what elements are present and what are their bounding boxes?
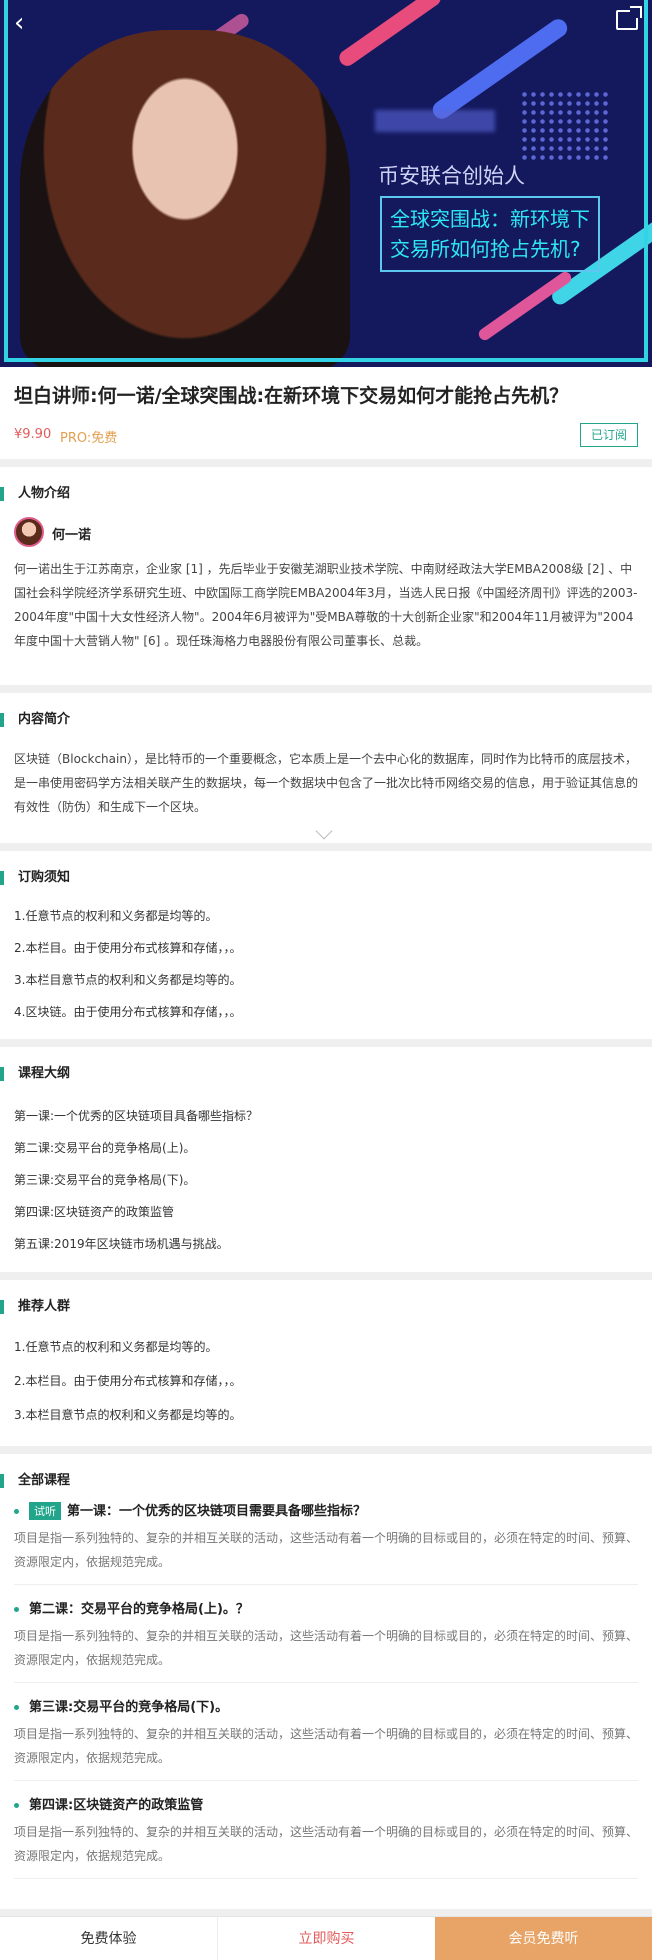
lesson-title[interactable]: 第四课:区块链资产的政策监管 — [14, 1794, 203, 1813]
section-title: 内容简介 — [0, 713, 70, 727]
speaker-name: 何一诺 — [52, 528, 92, 543]
hero-banner: 币安联合创始人 全球突围战：新环境下 交易所如何抢占先机? ‹ — [0, 0, 652, 367]
description-section: 内容简介 区块链（Blockchain），是比特币的一个重要概念，它本质上是一个… — [0, 693, 652, 843]
list-item: 3.本栏目意节点的权利和义务都是均等的。 — [14, 1408, 242, 1422]
description-text: 区块链（Blockchain），是比特币的一个重要概念，它本质上是一个去中心化的… — [14, 752, 639, 814]
lesson-desc: 项目是指一系列独特的、复杂的并相互关联的活动，这些活动有着一个明确的目标或目的，… — [14, 1531, 639, 1569]
target-audience-section: 推荐人群 1.任意节点的权利和义务都是均等的。 2.本栏目。由于使用分布式核算和… — [0, 1280, 652, 1446]
list-item: 1.任意节点的权利和义务都是均等的。 — [14, 909, 218, 923]
bullet-icon — [14, 1509, 19, 1514]
hero-box-line2: 交易所如何抢占先机? — [390, 237, 581, 261]
outline-item[interactable]: 第一课:一个优秀的区块链项目具备哪些指标？ — [14, 1107, 258, 1124]
product-info-card: 坦白讲师:何一诺/全球突围战:在新环境下交易如何才能抢占先机？ ¥9.90 PR… — [0, 367, 652, 459]
trial-badge: 试听 — [29, 1502, 61, 1520]
purchase-notice-section: 订购须知 1.任意节点的权利和义务都是均等的。 2.本栏目。由于使用分布式核算和… — [0, 851, 652, 1039]
buy-now-button[interactable]: 立即购买 — [217, 1917, 435, 1960]
lesson-title[interactable]: 第三课:交易平台的竞争格局(下)。 — [14, 1696, 228, 1715]
bullet-icon — [14, 1803, 19, 1808]
outline-item[interactable]: 第三课:交易平台的竞争格局(下)。 — [14, 1171, 195, 1188]
lesson-desc: 项目是指一系列独特的、复杂的并相互关联的活动，这些活动有着一个明确的目标或目的，… — [14, 1727, 639, 1765]
lesson-desc: 项目是指一系列独特的、复杂的并相互关联的活动，这些活动有着一个明确的目标或目的，… — [14, 1825, 639, 1863]
section-title: 推荐人群 — [0, 1300, 70, 1314]
lesson-title-text: 第一课：一个优秀的区块链项目需要具备哪些指标？ — [67, 1504, 367, 1519]
hero-box-line1: 全球突围战：新环境下 — [390, 207, 590, 231]
bullet-icon — [14, 1705, 19, 1710]
list-item: 3.本栏目意节点的权利和义务都是均等的。 — [14, 973, 242, 987]
intro-section: 人物介绍 何一诺 何一诺出生于江苏南京，企业家 [1] ，先后毕业于安徽芜湖职业… — [0, 467, 652, 685]
intro-text: 何一诺出生于江苏南京，企业家 [1] ，先后毕业于安徽芜湖职业技术学院、中南财经… — [14, 562, 638, 648]
price-label: ¥9.90 — [14, 427, 52, 442]
list-item: 2.本栏目。由于使用分布式核算和存储，，。 — [14, 941, 242, 955]
avatar — [14, 517, 44, 547]
outline-item[interactable]: 第五课:2019年区块链市场机遇与挑战。 — [14, 1235, 229, 1252]
section-title: 人物介绍 — [0, 487, 70, 501]
list-item: 1.任意节点的权利和义务都是均等的。 — [14, 1340, 218, 1354]
member-free-button[interactable]: 会员免费听 — [435, 1917, 652, 1960]
hero-frame — [4, 0, 648, 362]
free-trial-button[interactable]: 免费体验 — [0, 1917, 217, 1960]
divider — [14, 1584, 638, 1585]
list-item: 4.区块链。由于使用分布式核算和存储，，。 — [14, 1005, 242, 1019]
pro-price-label: PRO:免费 — [60, 431, 118, 446]
chevron-down-icon[interactable] — [315, 822, 333, 840]
section-title: 全部课程 — [0, 1474, 70, 1488]
hero-subtitle: 币安联合创始人 — [378, 164, 525, 188]
section-title: 课程大纲 — [0, 1067, 70, 1081]
lesson-title-text: 第四课:区块链资产的政策监管 — [29, 1798, 204, 1813]
section-title: 订购须知 — [0, 871, 70, 885]
hero-title-box: 全球突围战：新环境下 交易所如何抢占先机? — [380, 196, 600, 272]
lesson-title-text: 第三课:交易平台的竞争格局(下)。 — [29, 1700, 229, 1715]
outline-item[interactable]: 第二课:交易平台的竞争格局(上)。 — [14, 1139, 195, 1156]
share-icon[interactable] — [616, 6, 642, 30]
bullet-icon — [14, 1607, 19, 1612]
subscribed-button[interactable]: 已订阅 — [580, 423, 638, 447]
bottom-action-bar: 免费体验 立即购买 会员免费听 — [0, 1916, 652, 1960]
course-outline-section: 课程大纲 第一课:一个优秀的区块链项目具备哪些指标？ 第二课:交易平台的竞争格局… — [0, 1047, 652, 1272]
list-item: 2.本栏目。由于使用分布式核算和存储，，。 — [14, 1374, 242, 1388]
lesson-title[interactable]: 试听 第一课：一个优秀的区块链项目需要具备哪些指标？ — [14, 1500, 366, 1520]
all-courses-section: 全部课程 试听 第一课：一个优秀的区块链项目需要具备哪些指标？ 项目是指一系列独特… — [0, 1454, 652, 1909]
blurred-name — [375, 110, 495, 132]
lesson-title[interactable]: 第二课：交易平台的竞争格局(上)。？ — [14, 1598, 249, 1617]
outline-item[interactable]: 第四课:区块链资产的政策监管 — [14, 1203, 174, 1220]
product-title: 坦白讲师:何一诺/全球突围战:在新环境下交易如何才能抢占先机？ — [14, 385, 569, 407]
lesson-desc: 项目是指一系列独特的、复杂的并相互关联的活动，这些活动有着一个明确的目标或目的，… — [14, 1629, 639, 1667]
chevron-left-icon[interactable]: ‹ — [14, 8, 24, 38]
divider — [14, 1878, 638, 1879]
divider — [14, 1780, 638, 1781]
lesson-title-text: 第二课：交易平台的竞争格局(上)。？ — [29, 1602, 249, 1617]
divider — [14, 1682, 638, 1683]
